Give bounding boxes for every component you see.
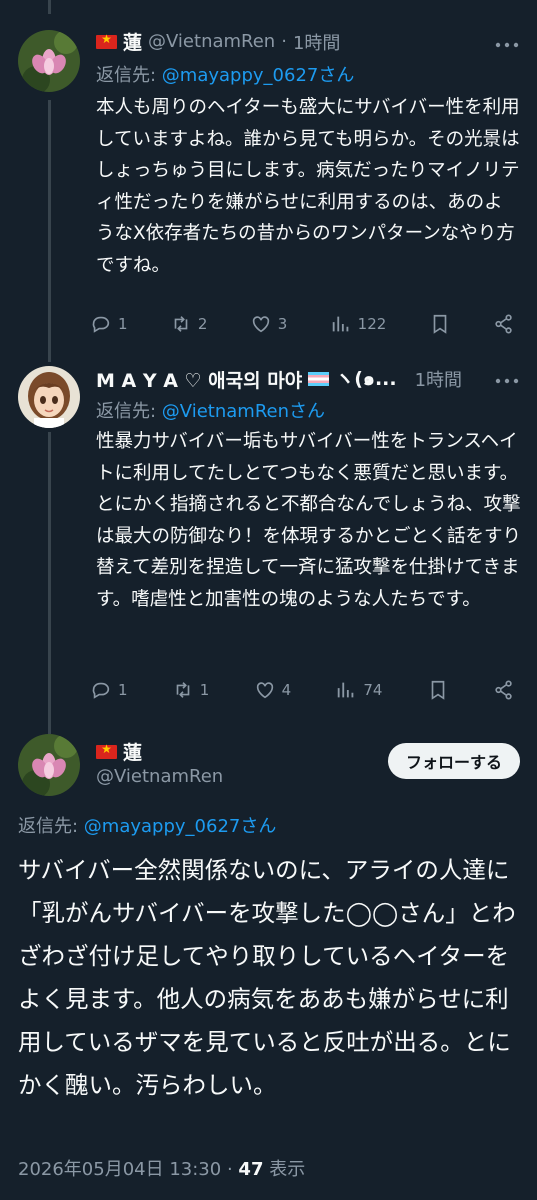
author-name-row: 蓮 (96, 738, 142, 765)
reply-button[interactable]: 1 (90, 679, 128, 701)
share-button[interactable] (493, 679, 515, 701)
thread-line (48, 0, 51, 14)
views-button[interactable]: 122 (330, 313, 387, 335)
reply-to-link[interactable]: @mayappy_0627さん (84, 816, 277, 837)
like-icon (256, 682, 273, 699)
action-bar: 1 1 4 74 (90, 679, 515, 701)
action-bar: 1 2 3 122 (90, 313, 515, 335)
anime-avatar-image (18, 366, 80, 428)
more-icon[interactable] (495, 366, 519, 390)
tweet-text: 性暴力サバイバー垢もサバイバー性をトランスヘイトに利用してたしとてつもなく悪質だ… (96, 431, 521, 610)
reply-prefix: 返信先: (18, 816, 84, 837)
tweet-meta: 2026年05月04日 13:30 · 47 表示 (18, 1155, 305, 1181)
vietnam-flag-icon (96, 742, 117, 759)
reply-icon (92, 682, 110, 699)
reply-prefix: 返信先: (96, 401, 162, 422)
display-name-tail[interactable]: ヽ(๑... (335, 364, 396, 394)
avatar[interactable] (18, 734, 80, 796)
reply-button[interactable]: 1 (90, 313, 128, 335)
reply-to: 返信先: @mayappy_0627さん (96, 61, 354, 87)
retweet-icon (174, 316, 188, 332)
reply-to: 返信先: @mayappy_0627さん (18, 812, 276, 838)
reply-to: 返信先: @VietnamRenさん (96, 397, 325, 423)
reply-count: 1 (118, 315, 128, 333)
retweet-count: 1 (199, 681, 210, 699)
more-icon[interactable] (495, 30, 519, 54)
reply-prefix: 返信先: (96, 65, 162, 86)
views-icon (338, 682, 354, 698)
view-label: 表示 (269, 1159, 306, 1180)
reply-icon (92, 316, 110, 333)
reply-count: 1 (118, 681, 128, 699)
like-button[interactable]: 4 (254, 679, 292, 701)
avatar[interactable] (18, 366, 80, 428)
separator: · (281, 31, 287, 52)
separator: · (226, 1159, 233, 1180)
trans-flag-icon (308, 372, 330, 386)
tweet-text: 本人も周りのヘイターも盛大にサバイバー性を利用していますよね。誰から見ても明らか… (96, 97, 520, 276)
display-name[interactable]: 蓮 (123, 28, 142, 55)
share-icon (495, 314, 512, 334)
lotus-avatar-image (18, 734, 80, 796)
display-name[interactable]: 蓮 (123, 738, 142, 765)
retweet-button[interactable]: 1 (172, 679, 210, 701)
bookmark-icon (431, 680, 445, 700)
tweet-header: 蓮 @VietnamRen · 1時間 (96, 28, 340, 55)
retweet-count: 2 (197, 315, 208, 333)
tweet-header: M A Y A ♡ 애국의 마야 ヽ(๑... 1時間 (96, 364, 462, 394)
view-count: 74 (363, 681, 383, 699)
like-icon (252, 316, 269, 333)
like-count: 3 (277, 315, 288, 333)
timestamp[interactable]: 1時間 (293, 29, 340, 55)
display-name[interactable]: M A Y A ♡ 애국의 마야 (96, 366, 302, 393)
post-timestamp[interactable]: 2026年05月04日 13:30 (18, 1159, 221, 1180)
timestamp[interactable]: 1時間 (415, 366, 462, 392)
reply-to-link[interactable]: @mayappy_0627さん (162, 65, 355, 86)
like-count: 4 (281, 681, 292, 699)
avatar[interactable] (18, 30, 80, 92)
thread-line (48, 100, 51, 362)
retweet-button[interactable]: 2 (170, 313, 208, 335)
bookmark-icon (433, 314, 446, 334)
like-button[interactable]: 3 (250, 313, 288, 335)
share-icon (495, 680, 512, 700)
bookmark-button[interactable] (429, 313, 451, 335)
author-handle-row: @VietnamRen (96, 766, 223, 787)
follow-button[interactable]: フォローする (387, 743, 520, 779)
views-icon (332, 316, 349, 332)
vietnam-flag-icon (96, 32, 117, 49)
view-count: 122 (357, 315, 387, 333)
bookmark-button[interactable] (427, 679, 449, 701)
views-button[interactable]: 74 (335, 679, 382, 701)
lotus-avatar-image (18, 30, 80, 92)
handle[interactable]: @VietnamRen (148, 31, 275, 52)
handle[interactable]: @VietnamRen (96, 766, 223, 787)
tweet-text: サバイバー全然関係ないのに、アライの人達に「乳がんサバイバーを攻撃した◯◯さん」… (18, 856, 516, 1099)
view-count: 47 (238, 1159, 264, 1180)
thread-line (48, 432, 51, 734)
retweet-icon (176, 682, 190, 698)
share-button[interactable] (493, 313, 515, 335)
reply-to-link[interactable]: @VietnamRenさん (162, 401, 325, 422)
